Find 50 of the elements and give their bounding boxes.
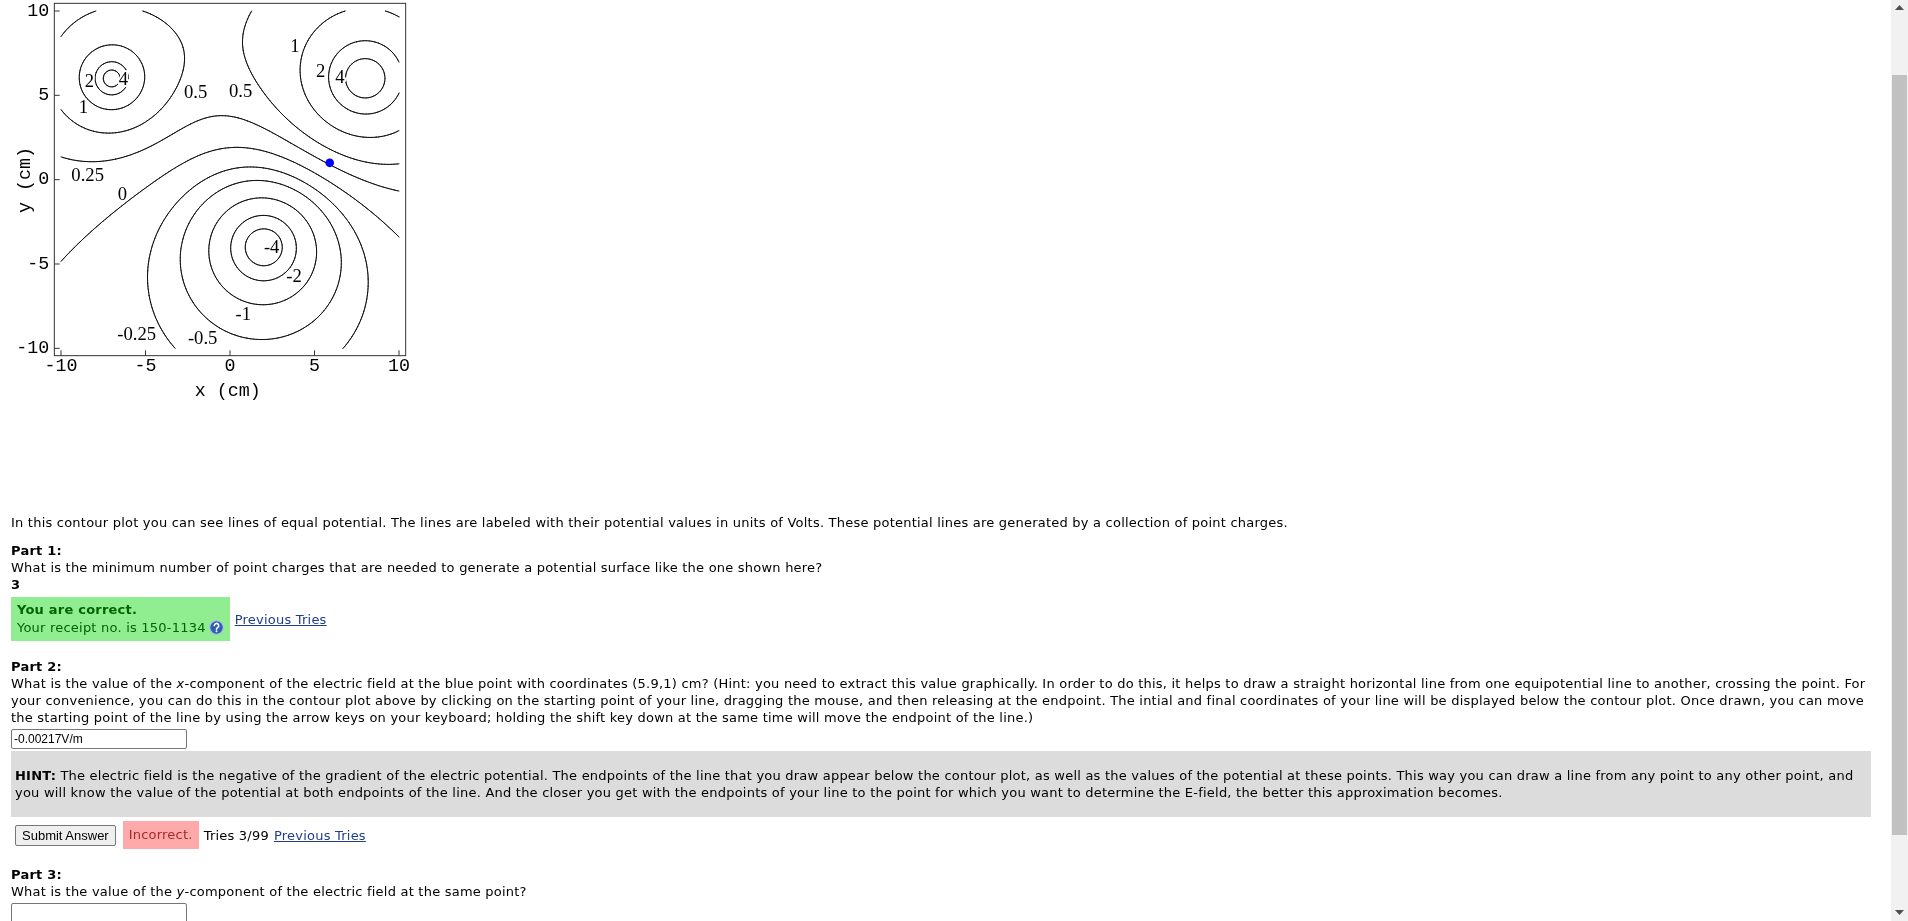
answer-field[interactable]: -0.00217V/m	[11, 729, 187, 749]
answer-field[interactable]	[11, 903, 187, 921]
previous-tries-link[interactable]: Previous Tries	[273, 826, 366, 844]
axis-title: x (cm)	[194, 381, 261, 403]
intro-text: In this contour plot you can see lines of equal potential. The lines are labeled with their potential values in units of Volts. These potential lines are generated by a collection of point charges.	[11, 514, 1289, 531]
result-title: You are correct.	[17, 601, 139, 619]
help-icon[interactable]	[208, 620, 224, 635]
previous-tries-link[interactable]: Previous Tries	[234, 610, 327, 628]
contour-label: 1	[290, 34, 300, 56]
contour-label: -2	[286, 265, 302, 287]
axis-tick-label: -5	[134, 356, 157, 378]
hint-text: HINT: The electric field is the negative of the gradient of the electric potential. The endpoints of the line that you draw appear below the contour plot, as well as the values of the potential at these points. This way you can draw a line from any point to any other point, and you will know the value of the potential at both endpoints of the line. And the closer you get with the endpoints of your line to the point for which you want to determine the E-field, the better this approximation becomes.	[15, 767, 1855, 801]
part-title: Part 2:	[11, 658, 63, 675]
axis-tick-label: 5	[309, 356, 320, 378]
axis-tick-label: 0	[224, 356, 236, 378]
contour-label: 0.25	[71, 163, 104, 185]
contour-label: -0.5	[187, 327, 218, 349]
part-title: Part 1:	[11, 542, 63, 559]
contour-label: -0.25	[117, 322, 157, 344]
axis-tick-label: 10	[388, 356, 410, 378]
axis-tick-label: 10	[27, 0, 50, 22]
contour-label: -1	[235, 302, 252, 324]
axis-title: y (cm)	[14, 147, 36, 213]
question-text: What is the minimum number of point charges that are needed to generate a potential surface like the one shown here?	[11, 559, 824, 576]
axis-tick-label: 5	[38, 84, 50, 106]
contour-label: 0.5	[229, 80, 253, 102]
axis-tick-label: -10	[44, 356, 78, 378]
result-status: Incorrect.	[122, 821, 199, 849]
part-title: Part 3:	[11, 866, 63, 883]
scroll-down-icon[interactable]	[1895, 910, 1904, 915]
contour-label: 2	[316, 60, 326, 82]
receipt-text: Your receipt no. is 150-1134	[17, 620, 206, 635]
answer-text: 3	[11, 576, 22, 593]
contour-label: 0.5	[184, 81, 208, 103]
tries-text: Tries 3/99	[203, 826, 269, 844]
question-text: What is the value of the y-component of the electric field at the same point?	[11, 883, 528, 900]
contour-label: 4	[335, 66, 345, 88]
contour-label: 0	[117, 182, 127, 204]
scrollbar-thumb[interactable]	[1892, 75, 1907, 835]
contour-label: -4	[263, 236, 280, 258]
contour-label: 1	[78, 95, 88, 117]
point-marker-icon	[325, 158, 335, 168]
scroll-up-icon[interactable]	[1895, 5, 1904, 10]
question-text: What is the value of the x-component of the electric field at the blue point with coordinates (5.9,1) cm? (Hint: you need to extract this value graphically. In order to do this, it helps to draw a straight horizontal line from one equipotential line to another, crossing the point. For your convenience, you can do this in the contour plot above by clicking on the starting point of your line, dragging the mouse, and then releasing at the endpoint. The intial and final coordinates of your line will be displayed below the contour plot. Once drawn, you can move the starting point of the line by using the arrow keys on your keyboard; holding the shift key down at the same time will move the endpoint of the line.)	[11, 675, 1867, 726]
axis-tick-label: -5	[27, 253, 50, 275]
axis-tick-label: 0	[38, 169, 50, 191]
contour-label: 2	[84, 70, 94, 92]
scrollbar-track[interactable]	[1891, 0, 1908, 921]
submit-button[interactable]: Submit Answer	[15, 824, 116, 846]
axis-tick-label: -10	[16, 337, 50, 359]
